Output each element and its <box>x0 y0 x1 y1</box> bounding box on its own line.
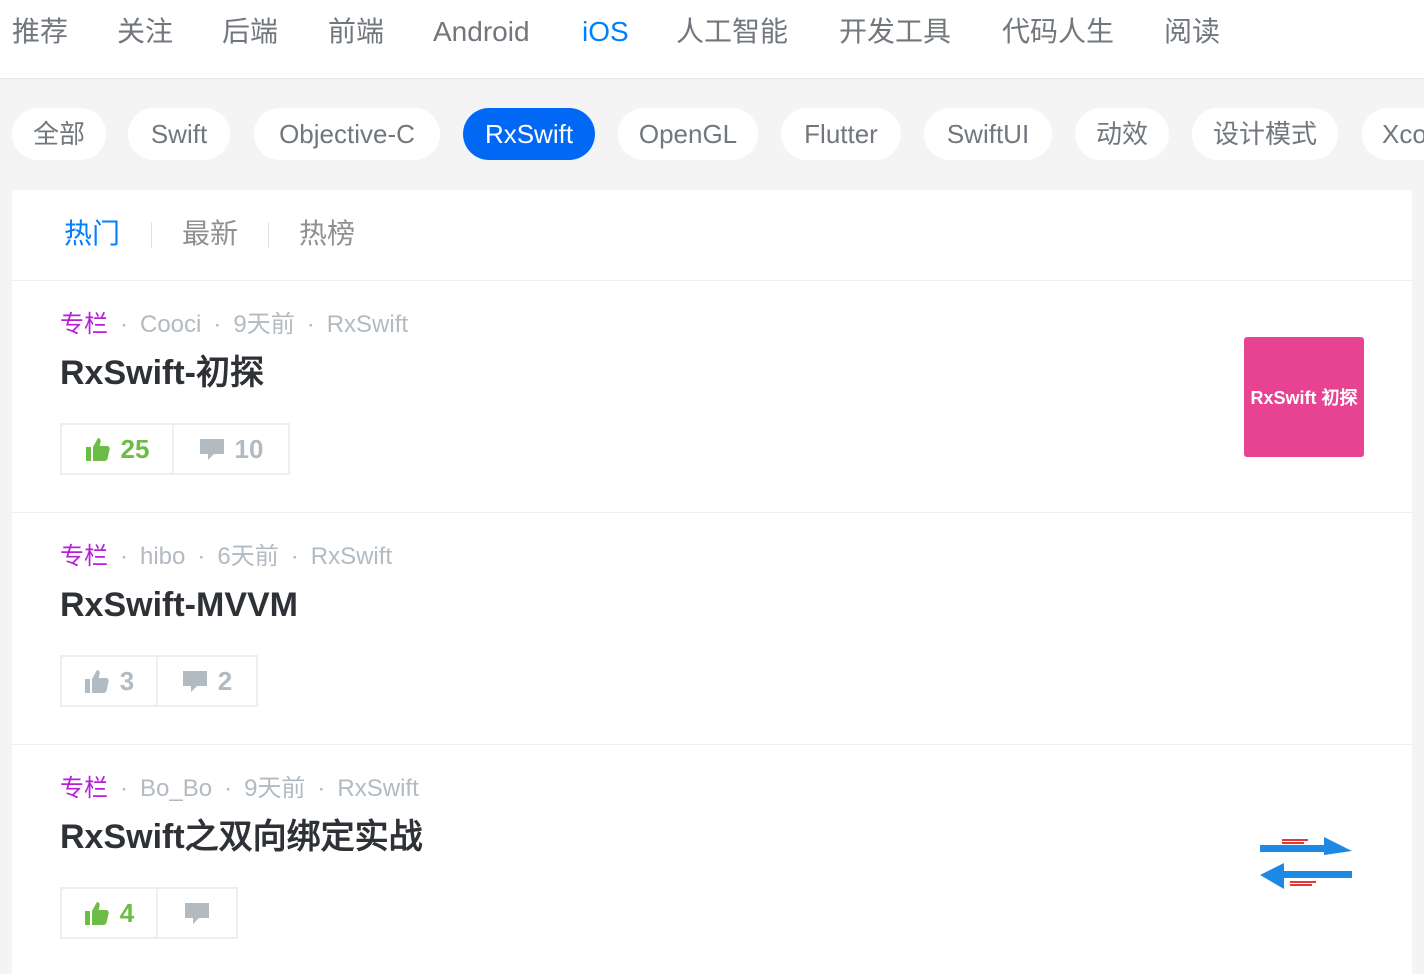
nav-item-ai[interactable]: 人工智能 <box>676 12 788 52</box>
nav-item-devtools[interactable]: 开发工具 <box>839 12 951 52</box>
meta-separator: · <box>290 543 299 570</box>
tag-opengl[interactable]: OpenGL <box>618 108 758 160</box>
meta-separator: · <box>120 311 128 338</box>
tag-all[interactable]: 全部 <box>12 108 106 160</box>
nav-item-frontend[interactable]: 前端 <box>328 12 384 52</box>
thumbs-up-icon <box>85 438 110 461</box>
sort-newest[interactable]: 最新 <box>182 214 238 254</box>
comment-icon <box>182 671 207 692</box>
author-name[interactable]: hibo <box>140 543 185 570</box>
column-label[interactable]: 专栏 <box>60 775 108 802</box>
article-entry[interactable]: 专栏 · Bo_Bo · 9天前 · RxSwift RxSwift之双向绑定实战 4 <box>12 745 1412 974</box>
like-count: 4 <box>119 897 135 928</box>
entry-meta: 专栏 · Bo_Bo · 9天前 · RxSwift <box>60 771 419 807</box>
like-button[interactable]: 25 <box>62 425 172 473</box>
author-name[interactable]: Cooci <box>140 311 201 338</box>
meta-separator: · <box>197 543 206 570</box>
nav-item-ios[interactable]: iOS <box>582 12 629 52</box>
entry-tag[interactable]: RxSwift <box>337 775 418 802</box>
tag-swiftui[interactable]: SwiftUI <box>924 108 1052 160</box>
like-button[interactable]: 3 <box>62 657 156 705</box>
entry-actions: 3 2 <box>60 655 258 707</box>
nav-item-following[interactable]: 关注 <box>117 12 173 52</box>
meta-separator: · <box>120 775 128 802</box>
divider <box>151 222 152 248</box>
meta-separator: · <box>306 311 315 338</box>
tag-rxswift[interactable]: RxSwift <box>463 108 595 160</box>
tag-filter-bar: 全部 Swift Objective-C RxSwift OpenGL Flut… <box>0 108 1424 162</box>
nav-item-backend[interactable]: 后端 <box>222 12 278 52</box>
entry-thumbnail[interactable] <box>1244 801 1364 921</box>
author-name[interactable]: Bo_Bo <box>140 775 212 802</box>
comment-button[interactable] <box>156 889 236 937</box>
nav-item-reading[interactable]: 阅读 <box>1164 12 1220 52</box>
comment-icon <box>199 439 224 460</box>
article-entry[interactable]: 专栏 · hibo · 6天前 · RxSwift RxSwift-MVVM 3 2 <box>12 513 1412 745</box>
post-time: 9天前 <box>233 311 295 338</box>
thumbs-up-icon <box>84 902 109 925</box>
like-count: 25 <box>120 433 150 464</box>
meta-separator: · <box>213 311 222 338</box>
column-label[interactable]: 专栏 <box>60 543 108 570</box>
like-button[interactable]: 4 <box>62 889 156 937</box>
tag-xcode[interactable]: Xcode <box>1362 108 1424 160</box>
meta-separator: · <box>120 543 128 570</box>
divider <box>268 222 269 248</box>
post-time: 6天前 <box>217 543 279 570</box>
entry-title[interactable]: RxSwift-MVVM <box>60 581 298 629</box>
tag-flutter[interactable]: Flutter <box>781 108 901 160</box>
entry-tag[interactable]: RxSwift <box>311 543 392 570</box>
post-time: 9天前 <box>244 775 306 802</box>
comment-icon <box>185 903 209 924</box>
entry-title[interactable]: RxSwift之双向绑定实战 <box>60 813 423 861</box>
sort-hot[interactable]: 热门 <box>64 214 120 254</box>
entry-title[interactable]: RxSwift-初探 <box>60 349 264 397</box>
tag-swift[interactable]: Swift <box>128 108 230 160</box>
entry-meta: 专栏 · hibo · 6天前 · RxSwift <box>60 539 392 575</box>
article-entry[interactable]: 专栏 · Cooci · 9天前 · RxSwift RxSwift-初探 25 10 Rx… <box>12 281 1412 513</box>
like-count: 3 <box>119 665 135 696</box>
entry-thumbnail[interactable]: RxSwift 初探 <box>1244 337 1364 457</box>
comment-count: 10 <box>234 433 264 464</box>
nav-item-android[interactable]: Android <box>433 12 530 52</box>
entry-meta: 专栏 · Cooci · 9天前 · RxSwift <box>60 307 408 343</box>
tag-objective-c[interactable]: Objective-C <box>254 108 440 160</box>
meta-separator: · <box>317 775 326 802</box>
thumbnail-text: RxSwift 初探 <box>1250 388 1358 408</box>
sort-bar: 热门 最新 热榜 <box>12 190 1412 281</box>
meta-separator: · <box>224 775 233 802</box>
comment-button[interactable]: 10 <box>172 425 288 473</box>
tag-animation[interactable]: 动效 <box>1075 108 1169 160</box>
two-way-arrows-icon <box>1260 837 1352 889</box>
sort-ranking[interactable]: 热榜 <box>299 214 355 254</box>
entry-actions: 25 10 <box>60 423 290 475</box>
column-label[interactable]: 专栏 <box>60 311 108 338</box>
nav-item-recommend[interactable]: 推荐 <box>12 12 68 52</box>
nav-item-code-life[interactable]: 代码人生 <box>1002 12 1114 52</box>
comment-count: 2 <box>217 665 233 696</box>
tag-design-patterns[interactable]: 设计模式 <box>1192 108 1338 160</box>
comment-button[interactable]: 2 <box>156 657 256 705</box>
entry-actions: 4 <box>60 887 238 939</box>
category-nav: 推荐 关注 后端 前端 Android iOS 人工智能 开发工具 代码人生 阅… <box>0 0 1424 79</box>
entry-tag[interactable]: RxSwift <box>327 311 408 338</box>
thumbs-up-icon <box>84 670 109 693</box>
article-feed: 热门 最新 热榜 专栏 · Cooci · 9天前 · RxSwift RxSwift-初探… <box>12 190 1412 974</box>
